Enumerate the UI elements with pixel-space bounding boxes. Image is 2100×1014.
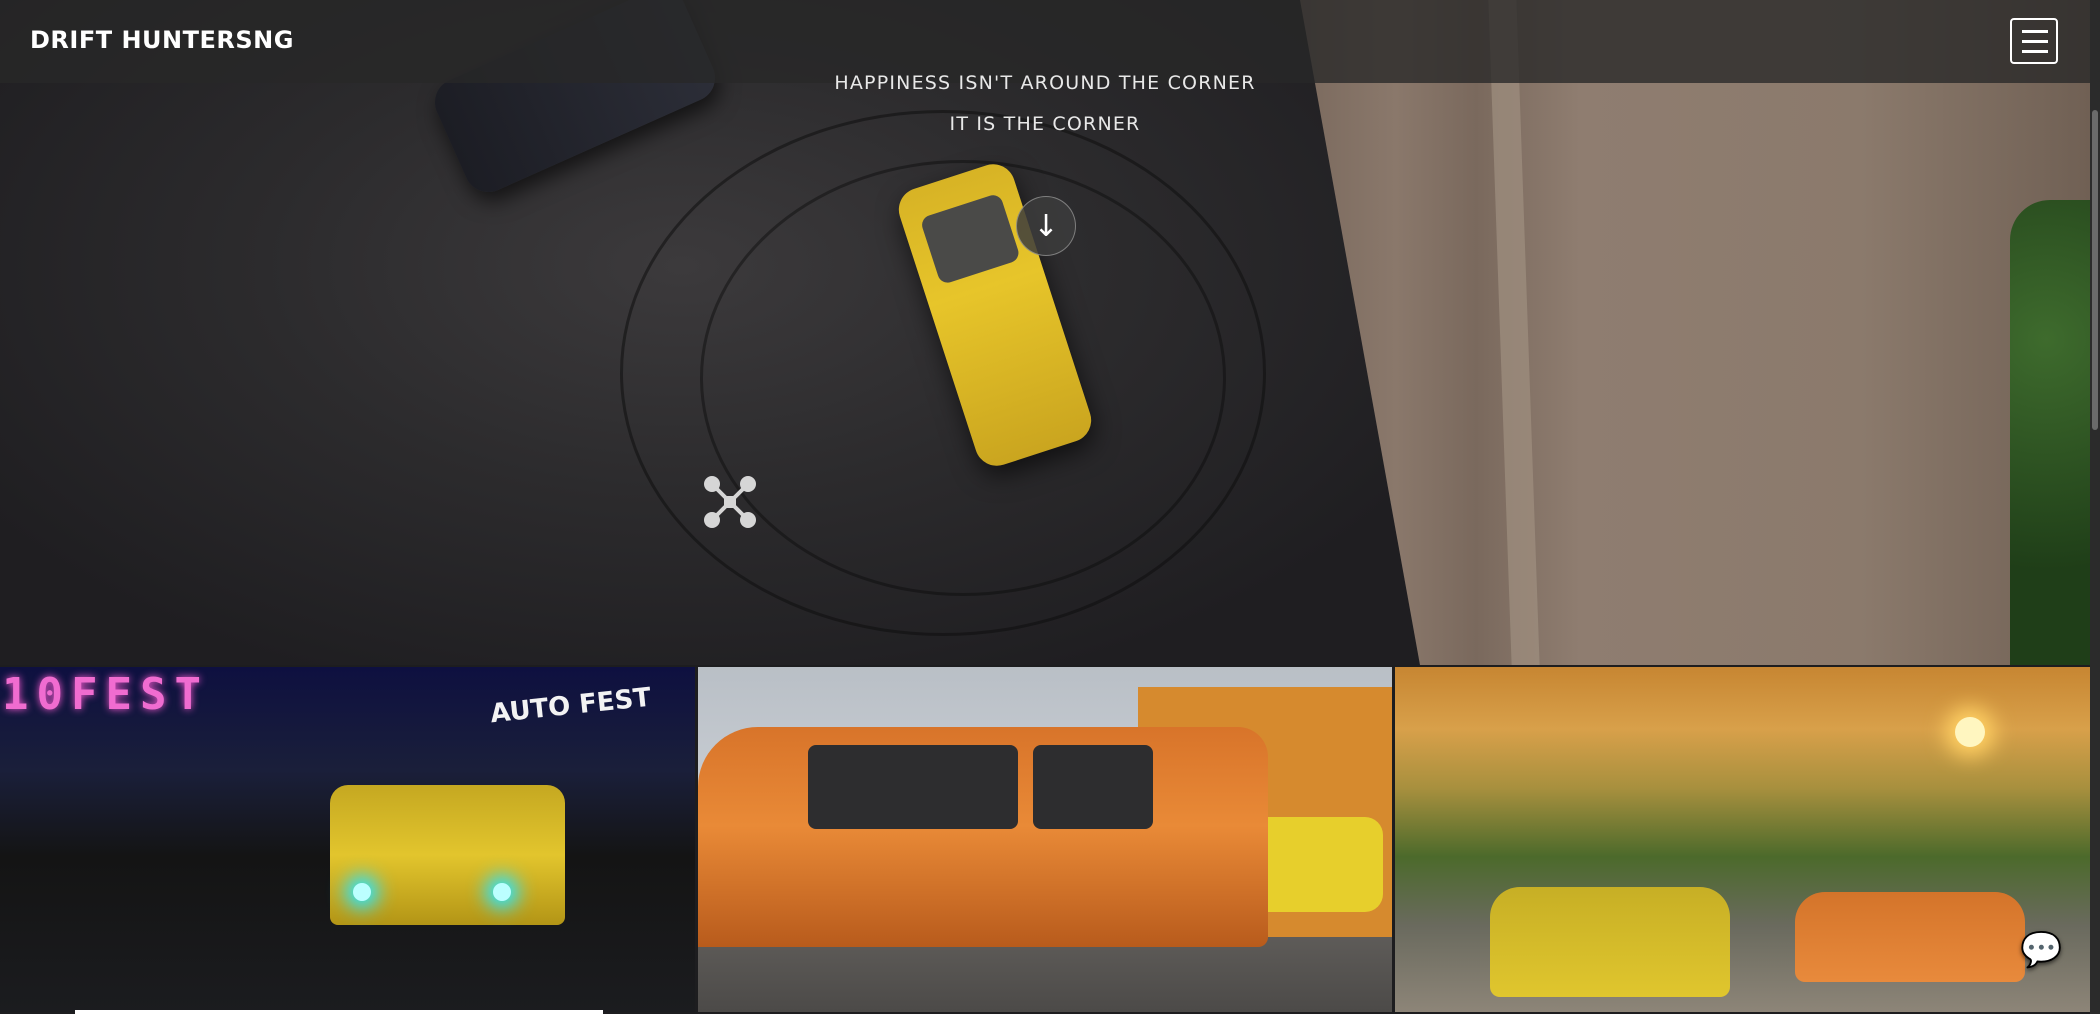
scrollbar-thumb[interactable] [2092, 110, 2098, 430]
photo-gallery: 10FEST AUTO FEST [0, 667, 2091, 1012]
sidewalk [1300, 0, 2100, 665]
orange-car [1795, 892, 2026, 982]
gallery-tile-1[interactable]: 10FEST AUTO FEST [0, 667, 695, 1012]
grass-patch [2010, 200, 2100, 665]
hamburger-icon [2022, 30, 2048, 33]
gallery-tile-2[interactable] [697, 667, 1393, 1012]
hero-tagline-1: HAPPINESS ISN'T AROUND THE CORNER [834, 72, 1256, 94]
drone-icon [704, 476, 756, 528]
sun [1955, 717, 1986, 747]
neon-sign: 10FEST [2, 669, 209, 720]
brand-logo[interactable]: DRIFT HUNTERSNG [30, 26, 294, 54]
hero-section [0, 0, 2100, 665]
autofest-logo: AUTO FEST [488, 682, 653, 730]
scroll-progress-bar [75, 1010, 603, 1014]
scroll-down-button[interactable]: ↓ [1016, 196, 1076, 256]
gallery-tile-3[interactable] [1395, 667, 2091, 1012]
hero-tagline-2: IT IS THE CORNER [949, 113, 1141, 135]
arrow-down-icon: ↓ [1033, 208, 1059, 244]
headlight-right [493, 883, 511, 901]
orange-car [697, 727, 1268, 947]
headlight-left [353, 883, 371, 901]
menu-toggle-button[interactable] [2010, 18, 2058, 64]
yellow-car [1490, 887, 1731, 997]
chat-icon[interactable]: 💬 [2020, 930, 2072, 972]
top-navbar: DRIFT HUNTERSNG [0, 0, 2100, 83]
yellow-car [330, 785, 565, 925]
